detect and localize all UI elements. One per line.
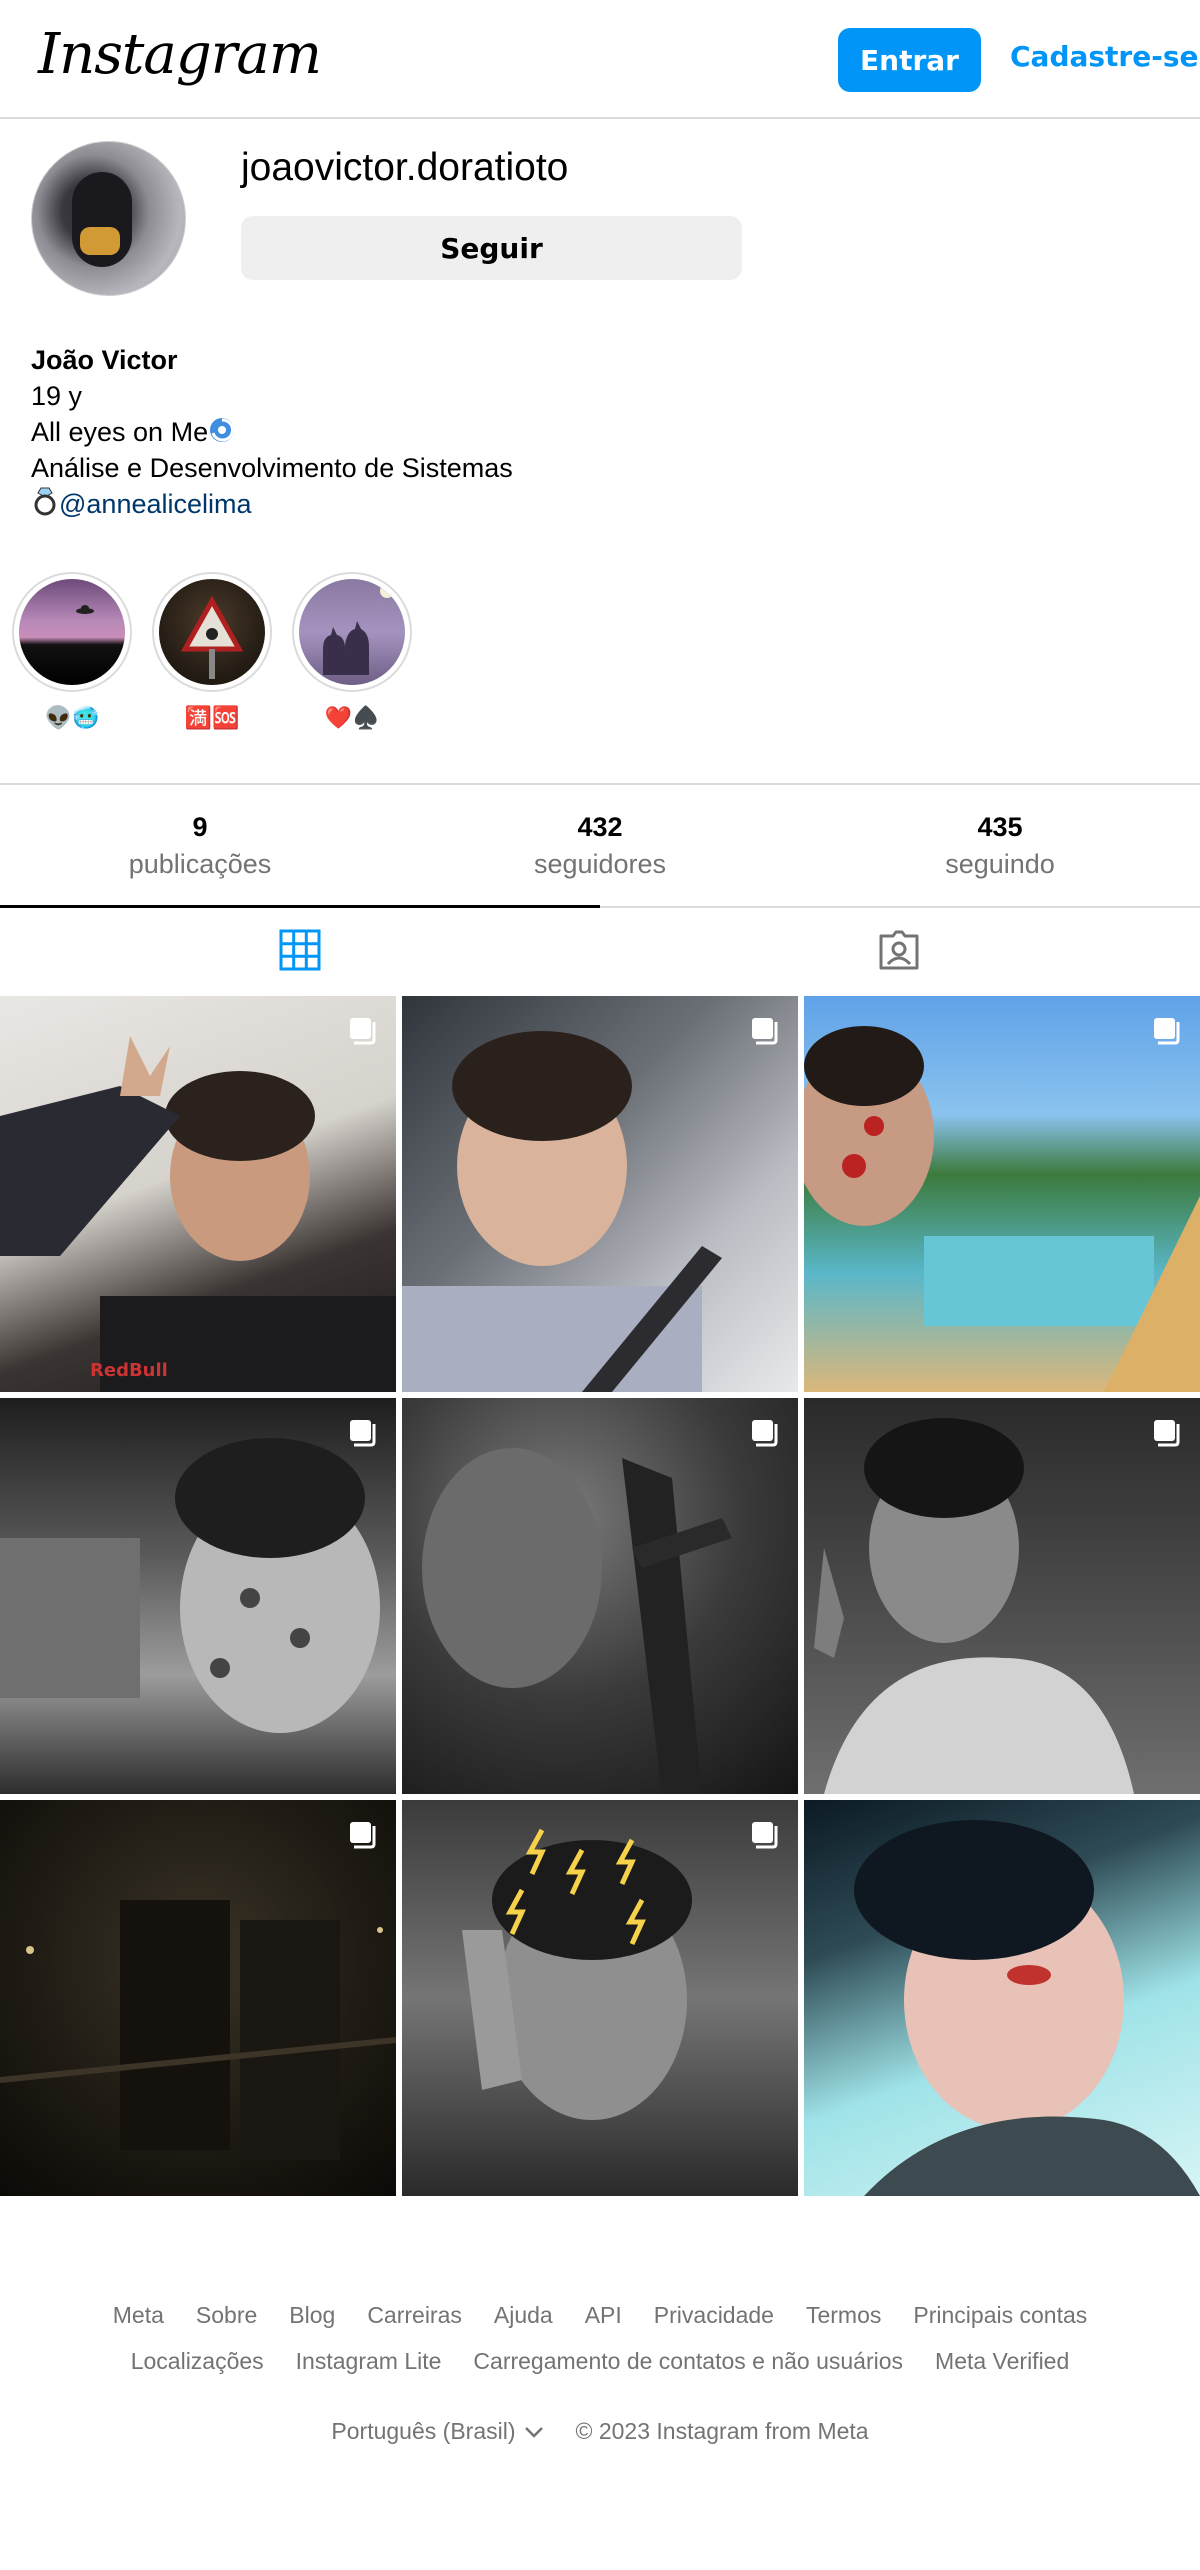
post-thumbnail[interactable] [0,1800,396,2196]
stat-value: 435 [977,812,1023,842]
stats-divider [0,783,1200,785]
post-image [462,1828,692,2120]
footer-link[interactable]: Carreiras [367,2302,462,2329]
stat-following[interactable]: 435 seguindo [800,808,1200,882]
footer-link[interactable]: Carregamento de contatos e não usuários [473,2348,903,2375]
highlight-label: ❤️♠️ [324,706,380,731]
stat-value: 432 [577,812,623,842]
story-highlight[interactable]: ❤️♠️ [292,572,412,736]
chevron-down-icon [524,2426,543,2438]
cyclone-icon [210,418,235,442]
post-image [804,1026,1200,1392]
stat-label: seguidores [533,849,667,879]
stat-value: 9 [192,812,208,842]
multiple-posts-icon [752,1822,778,1849]
tagged-icon[interactable] [877,928,921,972]
post-image [854,1820,1200,2196]
footer-links-row: Localizações Instagram Lite Carregamento… [0,2348,1200,2375]
footer-link[interactable]: API [585,2302,622,2329]
footer-link[interactable]: Principais contas [913,2302,1087,2329]
story-highlight[interactable]: 👽🥶 [12,572,132,736]
footer-bottom-row: Português (Brasil) © 2023 Instagram from… [0,2418,1200,2445]
post-thumbnail[interactable] [402,1398,798,1794]
multiple-posts-icon [350,1018,376,1045]
post-thumbnail[interactable]: RedBull [0,996,396,1392]
bio-mention-link[interactable]: @annealicelima [59,489,252,519]
post-image [422,1448,732,1794]
grid-icon[interactable] [278,928,322,972]
post-thumbnail[interactable] [402,996,798,1392]
multiple-posts-icon [350,1420,376,1447]
copyright-text: © 2023 Instagram from Meta [575,2418,869,2444]
ring-icon [34,487,56,516]
post-image [814,1418,1134,1794]
multiple-posts-icon [1154,1018,1180,1045]
post-thumbnail[interactable] [804,1398,1200,1794]
svg-text:RedBull: RedBull [90,1360,168,1381]
profile-full-name: João Victor [31,345,178,375]
footer-link[interactable]: Termos [806,2302,881,2329]
highlight-label: 🈵🆘 [184,706,240,731]
login-button[interactable]: Entrar [838,28,981,92]
bio-line: 19 y [31,381,83,411]
ufo-icon [76,605,94,614]
footer-link[interactable]: Sobre [196,2302,257,2329]
post-thumbnail[interactable] [0,1398,396,1794]
bio-line: @annealicelima [31,486,513,522]
post-image [0,1900,396,2160]
signup-link[interactable]: Cadastre-se [1010,40,1199,73]
footer-link[interactable]: Meta [113,2302,164,2329]
footer-link[interactable]: Blog [289,2302,335,2329]
multiple-posts-icon [1154,1420,1180,1447]
top-nav-bar: Instagram Entrar Cadastre-se [0,0,1200,119]
footer-link[interactable]: Localizações [131,2348,264,2375]
instagram-logo[interactable]: Instagram [38,22,322,87]
post-image [402,1031,722,1392]
language-selector[interactable]: Português (Brasil) [331,2418,543,2445]
multiple-posts-icon [752,1018,778,1045]
follow-button[interactable]: Seguir [241,216,742,280]
moon-cat-silhouette-icon [323,584,394,675]
stat-label: publicações [128,849,272,879]
post-image [0,1438,380,1733]
post-thumbnail[interactable] [402,1800,798,2196]
story-highlight[interactable]: 🈵🆘 [152,572,272,736]
profile-bio: João Victor 19 y All eyes on Me Análise … [31,342,513,522]
profile-username: joaovictor.doratioto [241,146,569,189]
post-image: RedBull [0,1036,396,1392]
footer-link[interactable]: Ajuda [494,2302,553,2329]
post-thumbnail[interactable] [804,1800,1200,2196]
active-tab-indicator [0,905,600,908]
footer-link[interactable]: Instagram Lite [296,2348,442,2375]
multiple-posts-icon [350,1822,376,1849]
warning-sign-icon [180,595,244,679]
footer-link[interactable]: Privacidade [654,2302,774,2329]
bio-line-text: All eyes on Me [31,417,209,447]
highlight-label: 👽🥶 [44,706,100,731]
stat-posts: 9 publicações [0,808,400,882]
bio-line: Análise e Desenvolvimento de Sistemas [31,453,513,483]
footer-link[interactable]: Meta Verified [935,2348,1069,2375]
stat-label: seguindo [945,849,1055,879]
avatar[interactable] [31,141,186,296]
multiple-posts-icon [752,1420,778,1447]
post-thumbnail[interactable] [804,996,1200,1392]
bio-line: All eyes on Me [31,414,513,450]
stat-followers[interactable]: 432 seguidores [400,808,800,882]
language-label: Português (Brasil) [331,2418,516,2444]
footer-links-row: Meta Sobre Blog Carreiras Ajuda API Priv… [0,2302,1200,2329]
